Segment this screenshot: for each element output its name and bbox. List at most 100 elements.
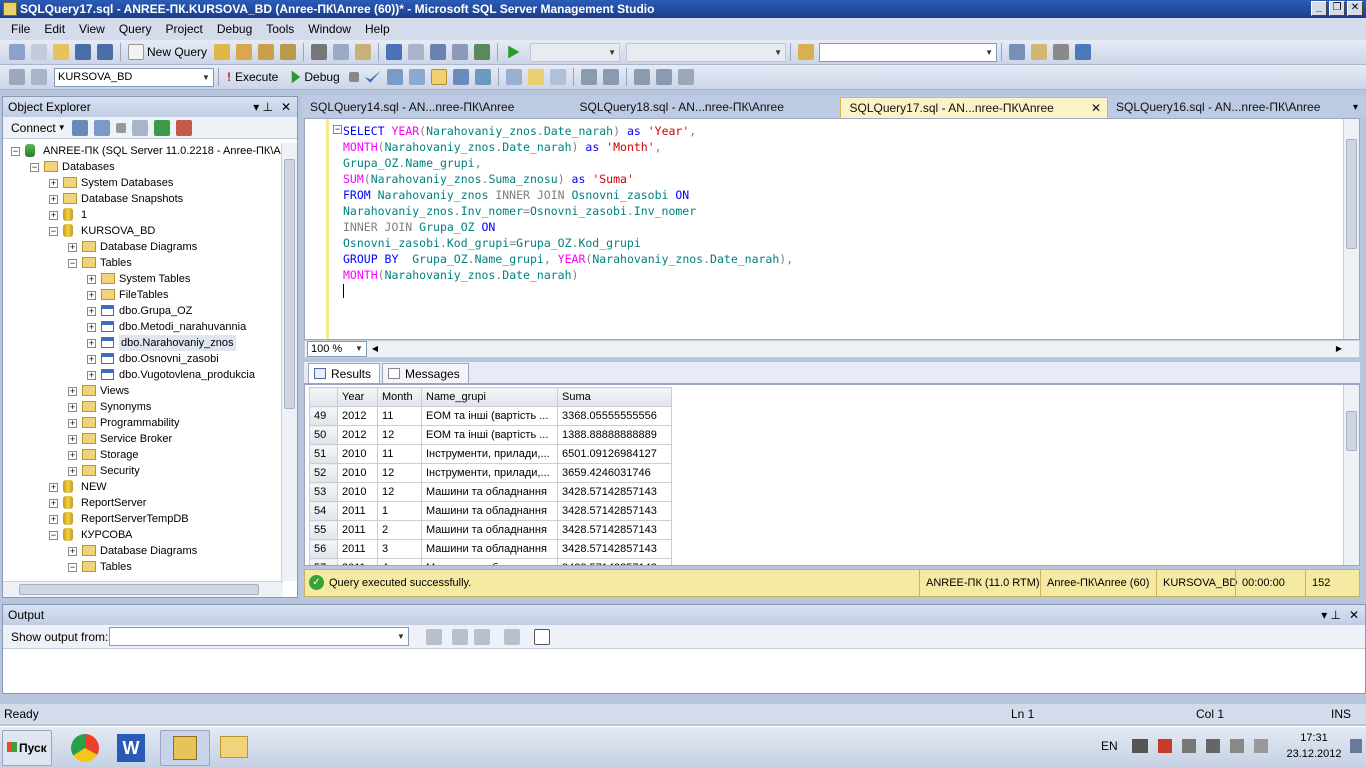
column-header-name-grupi[interactable]: Name_grupi [421, 387, 558, 407]
tree-item[interactable]: + Database Diagrams [9, 239, 281, 255]
tab-results[interactable]: Results [308, 363, 381, 383]
table-cell[interactable]: 2 [377, 520, 422, 540]
results-to-text-icon[interactable] [430, 69, 447, 85]
execute-button[interactable]: Execute [235, 70, 278, 84]
tree-item[interactable]: +1 [9, 207, 281, 223]
close-pane-icon[interactable]: ✕ [281, 97, 291, 117]
paste-icon[interactable] [355, 44, 372, 60]
tools-icon[interactable] [1053, 44, 1070, 60]
table-row[interactable]: 54 2011 1 Машини та обладнання 3428.57142857… [309, 501, 672, 521]
table-cell[interactable]: 3428.57142857143 [557, 501, 672, 521]
taskbar-explorer[interactable] [214, 730, 256, 766]
table-cell[interactable]: 2011 [337, 520, 378, 540]
copy-icon[interactable] [333, 44, 350, 60]
table-cell[interactable]: 3659.4246031746 [557, 463, 672, 483]
scroll-right-icon[interactable]: ▶ [1333, 342, 1345, 356]
column-header-year[interactable]: Year [337, 387, 378, 407]
results-grid[interactable]: Year Month Name_grupi Suma 49 2012 11 ЕОМ т… [304, 384, 1360, 566]
row-number[interactable]: 53 [309, 482, 338, 502]
table-cell[interactable]: 3428.57142857143 [557, 520, 672, 540]
connect-button[interactable]: Connect [11, 121, 56, 135]
column-header-month[interactable]: Month [377, 387, 422, 407]
oe-disconnect-icon[interactable] [93, 119, 110, 136]
table-cell[interactable]: Машини та обладнання [421, 558, 558, 565]
collapse-icon[interactable]: − [333, 125, 342, 134]
results-to-file-icon[interactable] [474, 69, 491, 85]
oe-connect-icon[interactable] [71, 119, 88, 136]
tree-item[interactable]: + Storage [9, 447, 281, 463]
tree-item[interactable]: + Service Broker [9, 431, 281, 447]
tree-item[interactable]: + FileTables [9, 287, 281, 303]
find-combo[interactable]: ▼ [819, 42, 998, 62]
row-number[interactable]: 50 [309, 425, 338, 445]
table-cell[interactable]: 4 [377, 558, 422, 565]
pin-icon[interactable]: ▾ ⊥ [253, 97, 273, 117]
table-cell[interactable]: 12 [377, 425, 422, 445]
platform-combo[interactable]: ▼ [626, 42, 787, 62]
query-designer-icon[interactable] [408, 69, 425, 85]
action-center-icon[interactable] [1132, 739, 1148, 753]
row-number[interactable]: 49 [309, 406, 338, 426]
table-cell[interactable]: Машини та обладнання [421, 539, 558, 559]
stop-icon[interactable] [348, 72, 359, 82]
tree-item[interactable]: + dbo.Narahovaniy_znos [9, 335, 281, 351]
include-plan-icon[interactable] [505, 69, 522, 85]
collapse-icon[interactable]: − [30, 163, 39, 172]
table-cell[interactable]: 3368.05555555556 [557, 406, 672, 426]
row-number[interactable]: 51 [309, 444, 338, 464]
table-cell[interactable]: 2011 [337, 501, 378, 521]
tree-item[interactable]: + Synonyms [9, 399, 281, 415]
table-row[interactable]: 56 2011 3 Машини та обладнання 3428.57142857… [309, 539, 672, 559]
xmla-query-icon[interactable] [280, 44, 297, 60]
tree-item[interactable]: − ANREE-ПК (SQL Server 11.0.2218 - Anree-… [9, 143, 281, 159]
oe-filter-icon[interactable] [131, 119, 148, 136]
table-cell[interactable]: 3 [377, 539, 422, 559]
menu-tools[interactable]: Tools [259, 22, 301, 36]
expand-icon[interactable]: + [49, 515, 58, 524]
expand-icon[interactable]: + [87, 355, 96, 364]
tree-item[interactable]: − КУРСОВА [9, 527, 281, 543]
menu-help[interactable]: Help [358, 22, 397, 36]
output-close-icon[interactable]: ✕ [1349, 605, 1359, 625]
analysis-query-icon[interactable] [236, 44, 253, 60]
debug-button[interactable]: Debug [304, 70, 339, 84]
tree-item[interactable]: + dbo.Vugotovlena_produkcia [9, 367, 281, 383]
tab-sqlquery14[interactable]: SQLQuery14.sql - AN...nree-ПК\Anree (58)… [302, 97, 552, 135]
row-number[interactable]: 57 [309, 558, 338, 565]
table-row[interactable]: 51 2010 11 Інструменти, прилади,... 6501.091… [309, 444, 672, 464]
table-cell[interactable]: 2010 [337, 482, 378, 502]
collapse-icon[interactable]: − [68, 563, 77, 572]
connect-dropdown-icon[interactable]: ▼ [58, 123, 66, 132]
table-row[interactable]: 5720114Машини та обладнання3428.57142857… [309, 558, 672, 565]
output-source-combo[interactable]: ▼ [109, 627, 409, 646]
scroll-left-icon[interactable]: ◀ [369, 342, 381, 356]
open-file-icon[interactable] [53, 44, 69, 60]
oe-stop-icon[interactable] [115, 122, 126, 133]
solution-config-combo[interactable]: ▼ [530, 42, 621, 62]
tree-item[interactable]: + System Databases [9, 175, 281, 191]
mdx-query-icon[interactable] [258, 44, 275, 60]
find-in-files-icon[interactable] [798, 44, 815, 60]
menu-project[interactable]: Project [159, 22, 210, 36]
sql-editor[interactable]: − SELECT YEAR(Narahovaniy_znos.Date_nara… [304, 118, 1360, 340]
table-row[interactable]: 52 2010 12 Інструменти, прилади,... 3659.424… [309, 463, 672, 483]
table-row[interactable]: 49 2012 11 ЕОМ та інші (вартість ... 3368.05… [309, 406, 672, 426]
save-all-icon[interactable] [97, 44, 113, 60]
tree-item[interactable]: + dbo.Grupa_OZ [9, 303, 281, 319]
table-cell[interactable]: 2011 [337, 558, 378, 565]
clock-date[interactable]: 23.12.2012 [1282, 748, 1346, 760]
cut-icon[interactable] [311, 44, 328, 60]
estimated-plan-icon[interactable] [386, 69, 403, 85]
tree-item[interactable]: + Programmability [9, 415, 281, 431]
activity-monitor-icon[interactable] [474, 44, 491, 60]
parse-icon[interactable] [364, 70, 381, 83]
zoom-combo[interactable]: 100 % ▼ [307, 341, 367, 357]
collapse-icon[interactable]: − [68, 259, 77, 268]
tab-sqlquery18[interactable]: SQLQuery18.sql - AN...nree-ПК\Anree (53)… [572, 97, 817, 135]
tree-item[interactable]: − Databases [9, 159, 281, 175]
tree-item[interactable]: − Tables [9, 559, 281, 575]
expand-icon[interactable]: + [87, 339, 96, 348]
new-query-icon[interactable] [128, 44, 144, 60]
expand-icon[interactable]: + [68, 467, 77, 476]
undo-icon[interactable] [386, 44, 403, 60]
